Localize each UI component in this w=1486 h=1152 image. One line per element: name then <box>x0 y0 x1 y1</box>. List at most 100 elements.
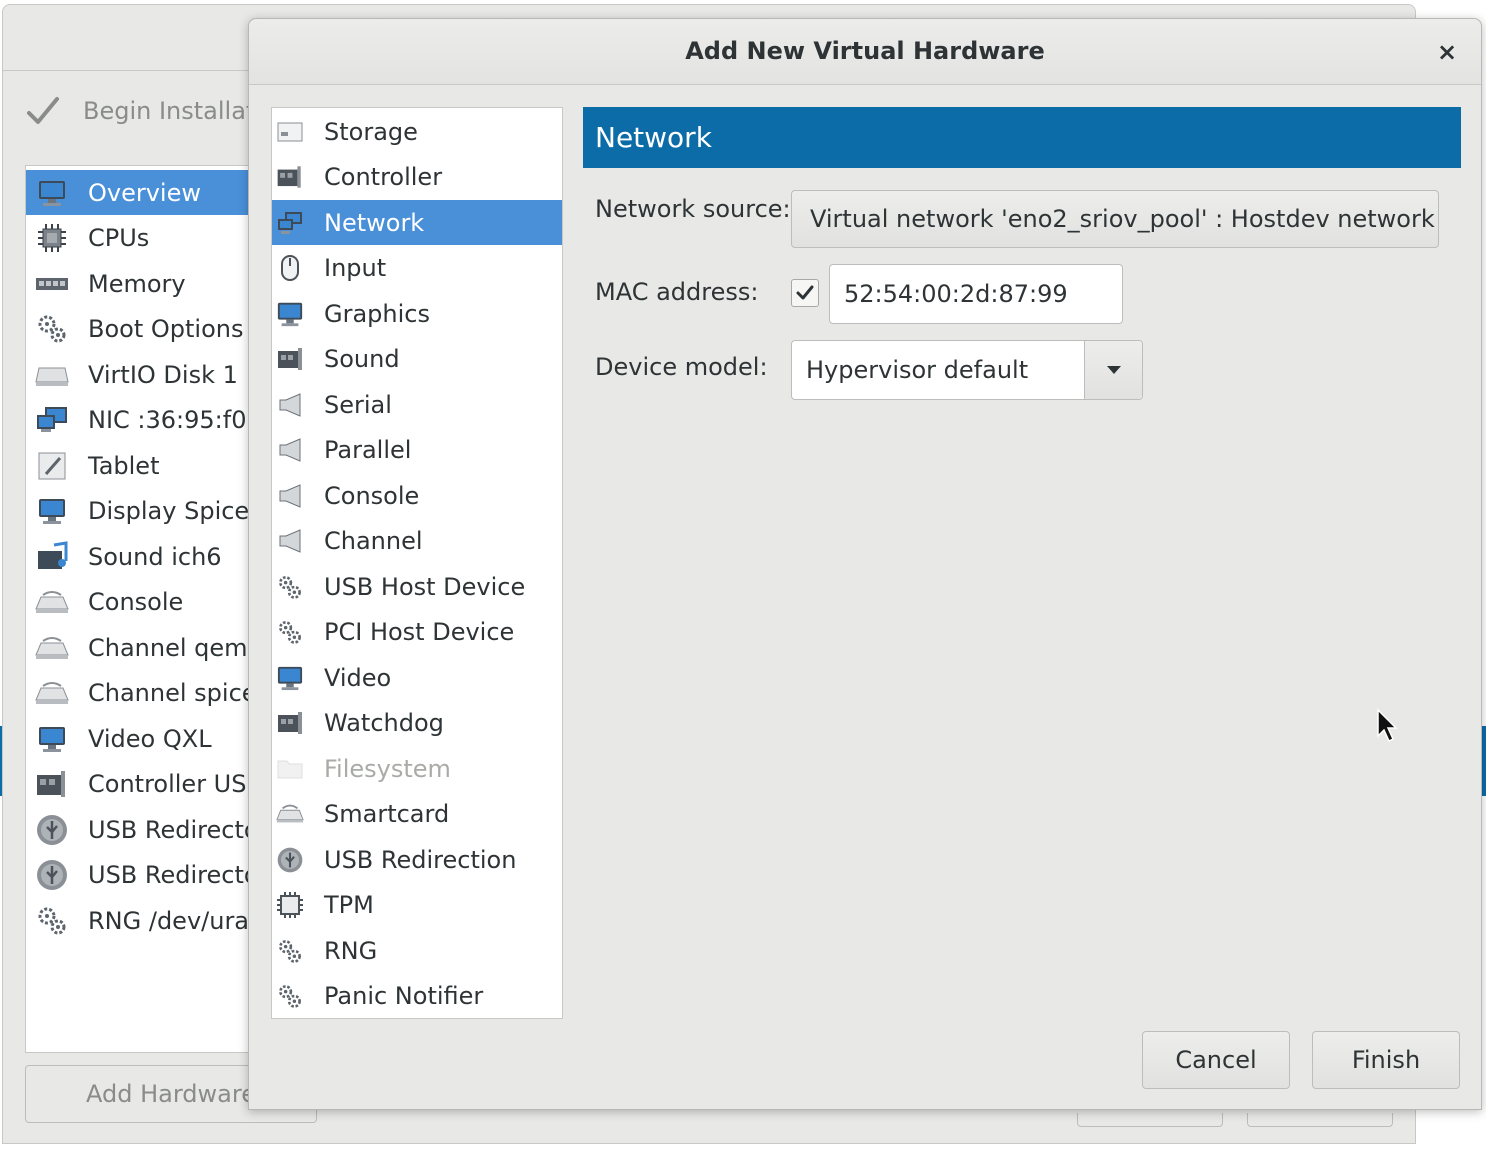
video-icon <box>276 664 304 692</box>
hardware-type-label: Channel <box>324 527 423 555</box>
hardware-type-label: Input <box>324 254 387 282</box>
usb-device-icon <box>276 573 304 601</box>
hardware-type-item-graphics[interactable]: Graphics <box>272 291 562 336</box>
storage-icon <box>276 118 304 146</box>
serial-port-icon <box>276 391 304 419</box>
hardware-type-item-pci-host-device[interactable]: PCI Host Device <box>272 610 562 655</box>
vm-hardware-item-label: Video QXL <box>88 724 212 753</box>
hardware-type-item-network[interactable]: Network <box>272 200 562 245</box>
add-hardware-dialog: Add New Virtual Hardware × Storage Contro… <box>248 18 1482 1110</box>
hardware-type-item-filesystem: Filesystem <box>272 746 562 791</box>
tpm-chip-icon <box>276 891 304 919</box>
vm-hardware-item-label: Console <box>88 588 184 616</box>
vm-hardware-item-label: NIC :36:95:f0 <box>88 406 247 434</box>
tablet-icon <box>32 448 72 484</box>
network-icon <box>276 209 304 237</box>
section-banner: Network <box>583 107 1461 168</box>
hardware-type-item-video[interactable]: Video <box>272 655 562 700</box>
vm-hardware-item-label: RNG /dev/uran <box>88 906 265 935</box>
rng-icon <box>276 937 304 965</box>
close-icon: × <box>1436 38 1458 66</box>
hardware-type-label: Graphics <box>324 299 430 328</box>
hardware-type-item-smartcard[interactable]: Smartcard <box>272 792 562 837</box>
controller-icon <box>32 766 72 802</box>
sound-card-icon <box>276 345 304 373</box>
hardware-type-label: Watchdog <box>324 709 444 737</box>
begin-installation-label: Begin Installati <box>83 97 263 125</box>
device-model-value[interactable]: Hypervisor default <box>792 341 1084 399</box>
hardware-type-label: Parallel <box>324 436 412 464</box>
vm-hardware-item-label: Display Spice <box>88 497 250 525</box>
vm-hardware-item-label: USB Redirecto <box>88 815 259 844</box>
pci-device-icon <box>276 618 304 646</box>
mac-address-input[interactable] <box>829 264 1123 324</box>
device-model-combobox[interactable]: Hypervisor default <box>791 340 1143 400</box>
hardware-type-item-usb-host-device[interactable]: USB Host Device <box>272 564 562 609</box>
hardware-type-label: RNG <box>324 936 378 965</box>
cancel-label: Cancel <box>1175 1046 1257 1074</box>
cancel-button[interactable]: Cancel <box>1142 1031 1290 1089</box>
close-button[interactable]: × <box>1431 36 1463 68</box>
hardware-type-label: Controller <box>324 163 443 191</box>
mouse-icon <box>276 254 304 282</box>
panic-notifier-icon <box>276 982 304 1010</box>
watchdog-icon <box>276 709 304 737</box>
hardware-type-list: Storage Controller Network Input Graphics Sou… <box>271 107 563 1019</box>
hardware-type-item-storage[interactable]: Storage <box>272 109 562 154</box>
console-port-icon <box>276 482 304 510</box>
hardware-type-item-sound[interactable]: Sound <box>272 337 562 382</box>
vm-hardware-item-label: Channel spice <box>88 679 257 707</box>
section-title: Network <box>595 121 712 154</box>
vm-hardware-item-label: CPUs <box>88 224 150 252</box>
hardware-type-label: Storage <box>324 117 418 146</box>
hardware-type-item-input[interactable]: Input <box>272 246 562 291</box>
mac-address-checkbox[interactable] <box>791 279 819 307</box>
hardware-type-label: Smartcard <box>324 800 450 828</box>
hardware-type-label: Filesystem <box>324 754 451 783</box>
finish-button[interactable]: Finish <box>1312 1031 1460 1089</box>
vm-hardware-item-label: USB Redirecto <box>88 861 259 889</box>
hardware-type-label: Sound <box>324 345 400 373</box>
controller-icon <box>276 163 304 191</box>
monitor-icon <box>32 493 72 529</box>
vm-hardware-item-label: Channel qemu- <box>88 633 272 662</box>
hardware-type-label: Console <box>324 481 420 510</box>
hardware-type-item-serial[interactable]: Serial <box>272 382 562 427</box>
chevron-down-icon <box>1106 366 1121 374</box>
hardware-type-label: USB Redirection <box>324 845 517 874</box>
checkmark-icon <box>796 285 814 300</box>
network-source-dropdown[interactable]: Virtual network 'eno2_sriov_pool' : Host… <box>791 190 1439 248</box>
dialog-title: Add New Virtual Hardware <box>685 37 1045 65</box>
gears-icon <box>32 311 72 347</box>
vm-hardware-item-label: Tablet <box>88 451 160 480</box>
hardware-type-label: Panic Notifier <box>324 982 484 1010</box>
hardware-type-item-tpm[interactable]: TPM <box>272 883 562 928</box>
network-source-value: Virtual network 'eno2_sriov_pool' : Host… <box>810 205 1435 233</box>
dialog-headerbar: Add New Virtual Hardware × <box>249 19 1481 85</box>
add-hardware-label: Add Hardware <box>86 1080 256 1108</box>
background-button[interactable] <box>1077 1113 1223 1127</box>
network-source-label: Network source: <box>595 195 791 223</box>
monitor-icon <box>276 300 304 328</box>
disk-icon <box>32 357 72 393</box>
hardware-type-item-panic-notifier[interactable]: Panic Notifier <box>272 974 562 1019</box>
device-model-dropdown-button[interactable] <box>1084 341 1142 399</box>
hardware-type-label: USB Host Device <box>324 572 526 601</box>
hardware-type-item-usb-redirection[interactable]: USB Redirection <box>272 837 562 882</box>
begin-installation-button[interactable]: Begin Installati <box>25 89 262 133</box>
mouse-pointer-icon <box>1377 708 1398 743</box>
hardware-type-item-parallel[interactable]: Parallel <box>272 428 562 473</box>
finish-label: Finish <box>1351 1046 1421 1074</box>
usb-icon <box>32 857 72 893</box>
hardware-type-item-controller[interactable]: Controller <box>272 155 562 200</box>
hardware-type-item-channel[interactable]: Channel <box>272 519 562 564</box>
hardware-type-item-rng[interactable]: RNG <box>272 928 562 973</box>
hardware-type-item-watchdog[interactable]: Watchdog <box>272 701 562 746</box>
hardware-type-item-console[interactable]: Console <box>272 473 562 518</box>
background-button[interactable] <box>1247 1113 1393 1127</box>
vm-hardware-item-label: VirtIO Disk 1 <box>88 360 238 389</box>
nic-icon <box>32 402 72 438</box>
hardware-type-label: Serial <box>324 390 392 419</box>
vm-hardware-item-label: Sound ich6 <box>88 542 222 571</box>
parallel-port-icon <box>276 436 304 464</box>
